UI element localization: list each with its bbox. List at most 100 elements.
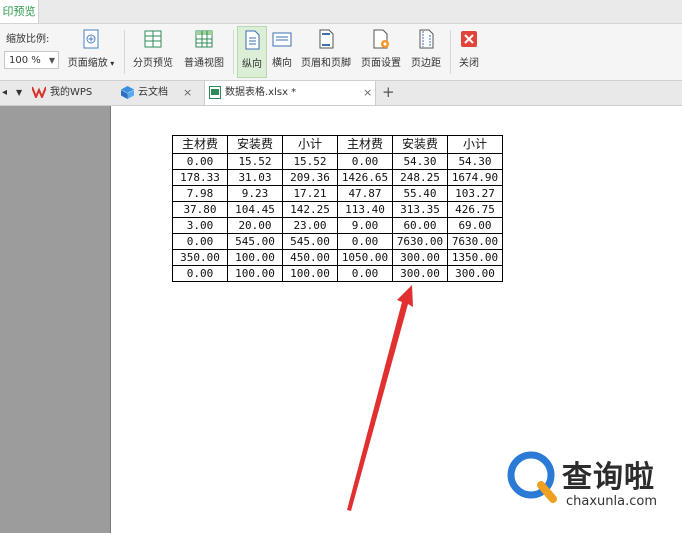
margins-button[interactable]: 页边距: [407, 26, 445, 78]
landscape-page-icon: [272, 32, 292, 47]
table-cell: 0.00: [337, 233, 393, 250]
data-table: 主材费 安装费 小计 主材费 安装费 小计 0.00 15.52 15.52 0.00 54.30…: [172, 135, 503, 282]
table-cell: 15.52: [282, 153, 338, 170]
ribbon-toolbar: 缩放比例: 100 % ▼ 页面缩放 ▾ 分页预览 普通视图 纵向 横向 页眉和…: [0, 24, 682, 81]
page-zoom-button[interactable]: 页面缩放 ▾: [62, 26, 120, 78]
table-row: 7.98 9.23 17.21 47.87 55.40 103.27: [172, 185, 503, 202]
watermark-title: 查询啦: [562, 460, 655, 495]
table-cell: 55.40: [392, 185, 448, 202]
table-row: 0.00 545.00 545.00 0.00 7630.00 7630.00: [172, 233, 503, 250]
table-icon: [195, 30, 213, 48]
table-cell: 300.00: [392, 249, 448, 266]
page-zoom-label: 页面缩放: [67, 58, 108, 69]
table-cell: 426.75: [447, 201, 503, 218]
table-cell: 300.00: [447, 265, 503, 282]
table-cell: 1674.90: [447, 169, 503, 186]
table-cell: 113.40: [337, 201, 393, 218]
print-preview-tab[interactable]: 印预览: [0, 0, 39, 23]
table-cell: 104.45: [227, 201, 283, 218]
zoom-label: 缩放比例:: [6, 34, 50, 45]
table-cell: 1426.65: [337, 169, 393, 186]
zoom-value: 100 %: [9, 55, 41, 66]
close-icon: [461, 31, 477, 47]
close-tab-icon[interactable]: ×: [183, 81, 192, 105]
chevron-down-icon: ▼: [48, 56, 55, 65]
ribbon-divider: [124, 30, 125, 74]
table-cell: 54.30: [392, 153, 448, 170]
margins-label: 页边距: [411, 58, 441, 69]
table-cell: 31.03: [227, 169, 283, 186]
table-cell: 1050.00: [337, 249, 393, 266]
table-cell: 69.00: [447, 217, 503, 234]
header-footer-button[interactable]: 页眉和页脚: [298, 26, 354, 78]
table-cell: 0.00: [337, 153, 393, 170]
table-row: 37.80 104.45 142.25 113.40 313.35 426.75: [172, 201, 503, 218]
table-cell: 178.33: [172, 169, 228, 186]
column-header: 小计: [282, 135, 338, 154]
table-row: 178.33 31.03 209.36 1426.65 248.25 1674.90: [172, 169, 503, 186]
table-header-row: 主材费 安装费 小计 主材费 安装费 小计: [172, 135, 503, 154]
table-cell: 103.27: [447, 185, 503, 202]
table-cell: 20.00: [227, 217, 283, 234]
normal-view-button[interactable]: 普通视图: [179, 26, 229, 78]
table-cell: 450.00: [282, 249, 338, 266]
table-cell: 100.00: [227, 249, 283, 266]
table-cell: 54.30: [447, 153, 503, 170]
page-break-preview-button[interactable]: 分页预览: [129, 26, 177, 78]
column-header: 主材费: [172, 135, 228, 154]
table-cell: 300.00: [392, 265, 448, 282]
spreadsheet-icon: [209, 85, 221, 99]
document-tab-bar: ◂ ▼ 我的WPS 云文档 数据表格.xlsx * × × +: [0, 81, 682, 106]
table-row: 350.00 100.00 450.00 1050.00 300.00 1350.00: [172, 249, 503, 266]
table-row: 0.00 100.00 100.00 0.00 300.00 300.00: [172, 265, 503, 282]
wps-logo-icon: [32, 86, 46, 98]
ribbon-divider: [450, 30, 451, 74]
table-cell: 142.25: [282, 201, 338, 218]
tab-label-my-wps: 我的WPS: [50, 87, 93, 98]
table-cell: 100.00: [282, 265, 338, 282]
close-label: 关闭: [459, 58, 479, 69]
watermark-url: chaxunla.com: [566, 494, 657, 509]
chaxunla-logo-icon: [507, 451, 557, 503]
tab-list-dropdown-icon[interactable]: ▼: [16, 81, 22, 105]
tab-label-cloud-docs: 云文档: [138, 87, 168, 98]
table-cell: 60.00: [392, 217, 448, 234]
column-header: 小计: [447, 135, 503, 154]
table-cell: 209.36: [282, 169, 338, 186]
tab-nav-left-icon[interactable]: ◂: [2, 81, 7, 105]
column-header: 安装费: [392, 135, 448, 154]
page-setup-button[interactable]: 页面设置: [357, 26, 405, 78]
table-cell: 0.00: [337, 265, 393, 282]
table-cell: 7.98: [172, 185, 228, 202]
page-setup-icon: [373, 29, 389, 49]
table-cell: 0.00: [172, 265, 228, 282]
portrait-button[interactable]: 纵向: [237, 26, 267, 78]
header-footer-label: 页眉和页脚: [301, 58, 351, 69]
landscape-button[interactable]: 横向: [268, 26, 296, 78]
column-header: 主材费: [337, 135, 393, 154]
margins-icon: [419, 29, 434, 49]
table-cell: 545.00: [227, 233, 283, 250]
table-cell: 0.00: [172, 153, 228, 170]
preview-background-pane: [0, 106, 111, 533]
table-cell: 545.00: [282, 233, 338, 250]
table-cell: 100.00: [227, 265, 283, 282]
table-cell: 7630.00: [392, 233, 448, 250]
close-preview-button[interactable]: 关闭: [454, 26, 484, 78]
tab-my-wps[interactable]: 我的WPS: [32, 81, 116, 105]
table-body: 0.00 15.52 15.52 0.00 54.30 54.30 178.33 31.03 2…: [172, 153, 503, 282]
tab-label-spreadsheet: 数据表格.xlsx *: [225, 87, 297, 98]
cloud-doc-icon: [121, 85, 134, 99]
table-cell: 3.00: [172, 217, 228, 234]
portrait-page-icon: [245, 30, 260, 50]
page-break-preview-label: 分页预览: [133, 58, 173, 69]
table-row: 0.00 15.52 15.52 0.00 54.30 54.30: [172, 153, 503, 170]
table-cell: 313.35: [392, 201, 448, 218]
add-tab-icon[interactable]: +: [382, 81, 395, 104]
table-cell: 9.00: [337, 217, 393, 234]
table-cell: 7630.00: [447, 233, 503, 250]
header-footer-icon: [319, 29, 334, 49]
tab-spreadsheet[interactable]: 数据表格.xlsx *: [204, 81, 376, 105]
zoom-select[interactable]: 100 % ▼: [4, 51, 59, 69]
close-tab-icon[interactable]: ×: [363, 81, 372, 105]
